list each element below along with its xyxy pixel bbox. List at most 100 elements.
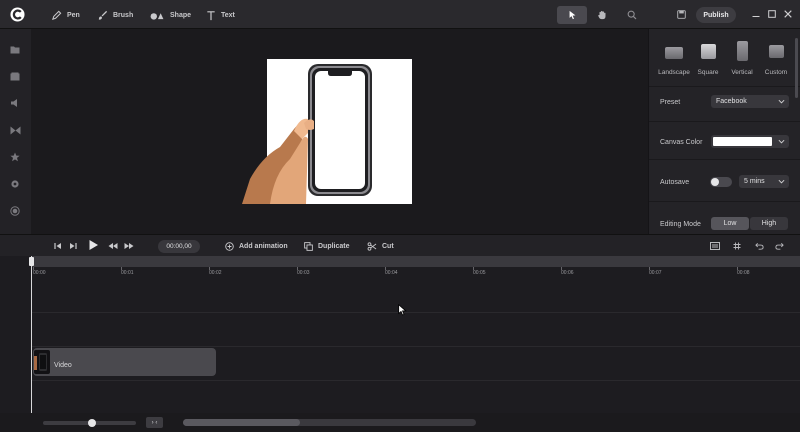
square-icon bbox=[700, 44, 716, 59]
playhead-handle[interactable] bbox=[29, 257, 34, 266]
editing-mode-high-button[interactable]: High bbox=[750, 217, 788, 230]
save-button[interactable] bbox=[675, 8, 687, 20]
add-animation-button[interactable]: Add animation bbox=[225, 240, 288, 252]
timeline-track[interactable] bbox=[31, 313, 800, 347]
format-landscape-option[interactable]: Landscape bbox=[658, 39, 690, 76]
divider bbox=[649, 86, 800, 87]
video-clip[interactable]: Video bbox=[33, 348, 216, 376]
snap-grid-button[interactable] bbox=[733, 240, 741, 252]
timeline-scrub-bar[interactable] bbox=[31, 256, 800, 267]
zoom-mode-button[interactable] bbox=[617, 6, 647, 24]
close-icon bbox=[784, 10, 792, 18]
canvas-color-picker[interactable] bbox=[711, 135, 789, 148]
divider bbox=[649, 121, 800, 122]
brush-tool-label: Brush bbox=[113, 11, 134, 19]
settings-icon bbox=[11, 180, 19, 188]
transition-icon bbox=[10, 126, 20, 134]
format-custom-option[interactable]: Custom bbox=[760, 39, 792, 76]
time-tick: 00:00 bbox=[33, 267, 46, 276]
duplicate-button[interactable]: Duplicate bbox=[304, 240, 350, 252]
timeline-track[interactable] bbox=[31, 381, 800, 415]
undo-icon bbox=[755, 242, 764, 250]
format-square-option[interactable]: Square bbox=[692, 39, 724, 76]
editing-mode-low-button[interactable]: Low bbox=[711, 217, 749, 230]
preset-value: Facebook bbox=[716, 98, 747, 105]
playhead[interactable] bbox=[31, 256, 32, 413]
canvas[interactable] bbox=[242, 59, 412, 204]
panel-scrollbar[interactable] bbox=[795, 38, 798, 98]
fast-forward-button[interactable] bbox=[124, 240, 134, 252]
timeline-zoom-handle[interactable] bbox=[88, 419, 96, 427]
star-icon bbox=[10, 152, 20, 162]
shape-tool-button[interactable]: Shape bbox=[149, 8, 191, 22]
minimize-button[interactable] bbox=[750, 8, 762, 20]
next-frame-button[interactable] bbox=[69, 240, 77, 252]
phone-in-hand-image bbox=[242, 64, 372, 204]
time-tick: 00:01 bbox=[121, 267, 134, 276]
undo-button[interactable] bbox=[755, 240, 764, 252]
pen-icon bbox=[52, 10, 62, 20]
format-vertical-label: Vertical bbox=[731, 69, 753, 76]
divider bbox=[649, 201, 800, 202]
chevron-down-icon bbox=[778, 179, 785, 184]
sidebar-item-settings[interactable] bbox=[9, 178, 21, 190]
pen-tool-label: Pen bbox=[67, 11, 80, 19]
time-ruler[interactable]: 00:00 00:01 00:02 00:03 00:04 00:05 00:0… bbox=[31, 267, 800, 279]
cut-button[interactable]: Cut bbox=[367, 240, 394, 252]
pointer-icon bbox=[569, 10, 575, 20]
redo-button[interactable] bbox=[775, 240, 784, 252]
timeline-track[interactable] bbox=[31, 279, 800, 313]
format-vertical-option[interactable]: Vertical bbox=[726, 39, 758, 76]
left-sidebar bbox=[0, 29, 31, 234]
minimize-icon bbox=[752, 16, 760, 17]
shape-tool-label: Shape bbox=[170, 11, 192, 19]
autosave-label: Autosave bbox=[660, 178, 690, 186]
timeline[interactable]: 00:00 00:01 00:02 00:03 00:04 00:05 00:0… bbox=[0, 256, 800, 413]
top-toolbar: Pen Brush Shape Text Publish bbox=[0, 0, 800, 29]
pen-tool-button[interactable]: Pen bbox=[51, 8, 80, 22]
format-landscape-label: Landscape bbox=[658, 69, 690, 76]
audio-icon bbox=[11, 99, 17, 107]
timecode-display[interactable]: 00:00,00 bbox=[158, 240, 200, 253]
rewind-button[interactable] bbox=[108, 240, 118, 252]
chevron-down-icon bbox=[778, 99, 785, 104]
sidebar-item-transitions[interactable] bbox=[9, 124, 21, 136]
text-tool-button[interactable]: Text bbox=[206, 8, 235, 22]
time-tick: 00:07 bbox=[649, 267, 662, 276]
folder-icon bbox=[10, 46, 20, 53]
sidebar-item-folder[interactable] bbox=[9, 43, 21, 55]
zoom-fit-button[interactable]: › ‹ bbox=[146, 417, 163, 428]
time-tick: 00:02 bbox=[209, 267, 222, 276]
captions-button[interactable] bbox=[710, 240, 720, 252]
skip-start-icon bbox=[54, 243, 61, 249]
sidebar-item-audio[interactable] bbox=[9, 97, 21, 109]
timeline-scrollbar-thumb[interactable] bbox=[183, 419, 300, 426]
hand-icon bbox=[598, 10, 606, 20]
rewind-icon bbox=[108, 243, 118, 249]
record-icon bbox=[10, 206, 20, 216]
editing-mode-high-label: High bbox=[761, 220, 777, 227]
duplicate-label: Duplicate bbox=[318, 242, 350, 250]
time-tick: 00:05 bbox=[473, 267, 486, 276]
preset-label: Preset bbox=[660, 98, 681, 106]
hand-mode-button[interactable] bbox=[587, 6, 617, 24]
custom-icon bbox=[768, 45, 784, 58]
close-button[interactable] bbox=[782, 8, 794, 20]
play-button[interactable] bbox=[88, 239, 99, 251]
fast-forward-icon bbox=[124, 243, 134, 249]
brush-tool-button[interactable]: Brush bbox=[97, 8, 133, 22]
add-circle-icon bbox=[225, 241, 234, 251]
sidebar-item-media[interactable] bbox=[9, 70, 21, 82]
autosave-interval-select[interactable]: 5 mins bbox=[739, 175, 789, 188]
skip-to-start-button[interactable] bbox=[54, 240, 62, 252]
publish-button[interactable]: Publish bbox=[696, 7, 736, 23]
sidebar-item-record[interactable] bbox=[9, 205, 21, 217]
pointer-mode-button[interactable] bbox=[557, 6, 587, 24]
autosave-toggle[interactable] bbox=[710, 177, 732, 187]
sidebar-item-favorites[interactable] bbox=[9, 151, 21, 163]
preset-select[interactable]: Facebook bbox=[711, 95, 789, 108]
maximize-button[interactable] bbox=[766, 8, 778, 20]
mouse-cursor-icon bbox=[398, 304, 407, 316]
app-logo-icon bbox=[10, 7, 25, 22]
autosave-toggle-knob bbox=[711, 178, 719, 186]
